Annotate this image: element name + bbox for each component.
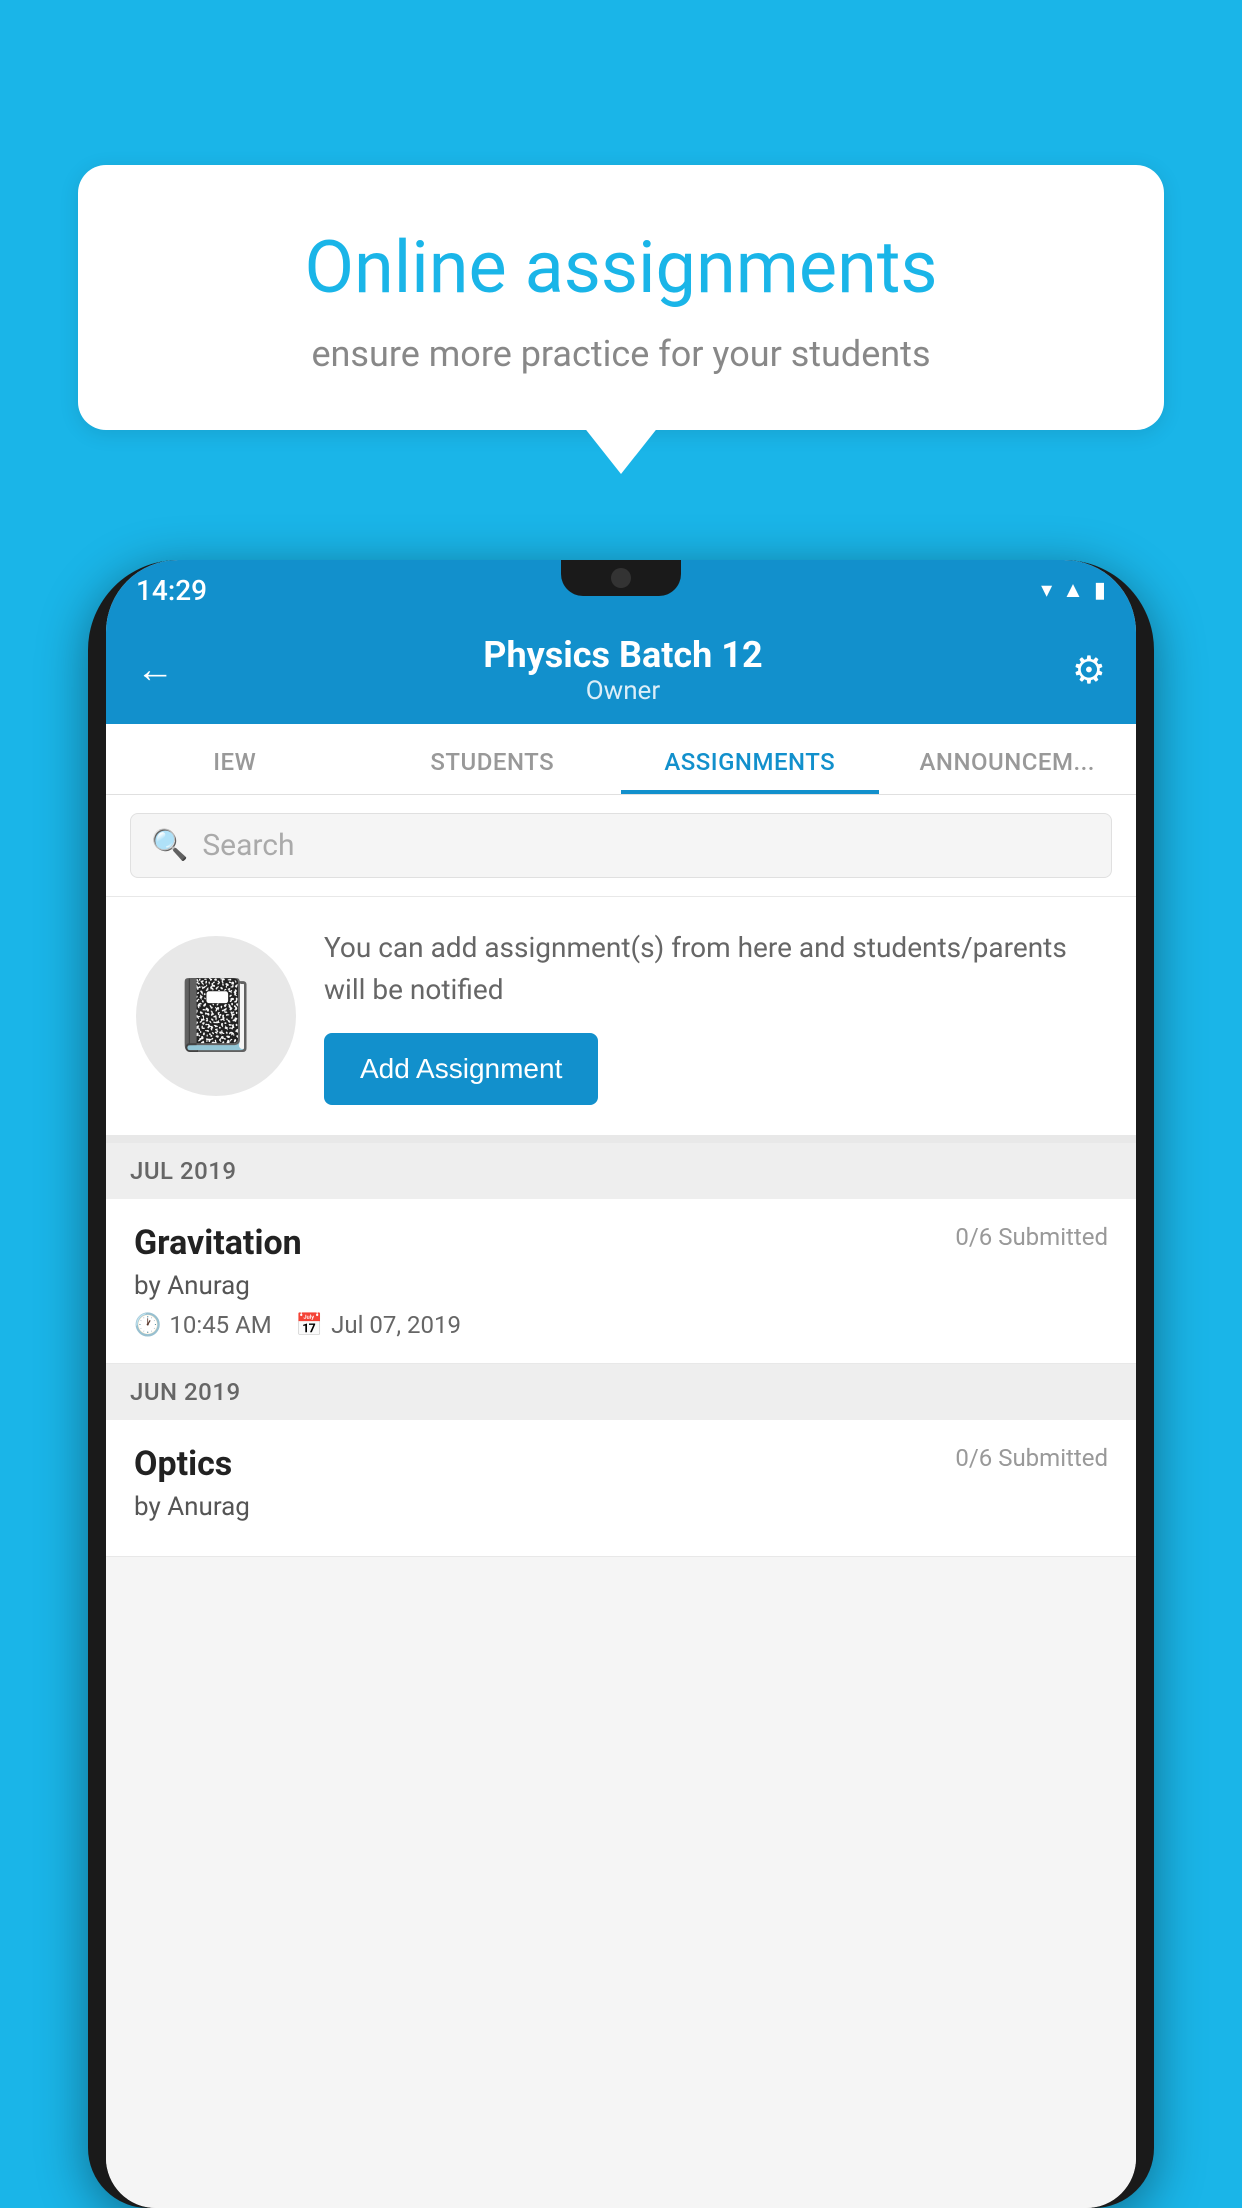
header-subtitle: Owner: [174, 676, 1072, 706]
wifi-icon: ▾: [1041, 578, 1052, 603]
phone-notch: [561, 560, 681, 596]
signal-icon: ▲: [1062, 577, 1084, 603]
assignment-row1-optics: Optics 0/6 Submitted: [134, 1444, 1108, 1484]
section-header-jun: JUN 2019: [106, 1364, 1136, 1420]
add-assignment-button[interactable]: Add Assignment: [324, 1033, 598, 1105]
search-icon: 🔍: [151, 828, 188, 863]
battery-icon: ▮: [1094, 578, 1106, 603]
search-placeholder: Search: [202, 828, 294, 863]
add-assignment-promo: 📓 You can add assignment(s) from here an…: [106, 897, 1136, 1143]
assignment-meta-gravitation: 🕐 10:45 AM 📅 Jul 07, 2019: [134, 1311, 1108, 1339]
tab-announcements[interactable]: ANNOUNCEM...: [879, 724, 1137, 794]
assignment-by-gravitation: by Anurag: [134, 1271, 1108, 1301]
promo-text: You can add assignment(s) from here and …: [324, 927, 1106, 1011]
tab-iew[interactable]: IEW: [106, 724, 364, 794]
search-bar[interactable]: 🔍 Search: [130, 813, 1112, 878]
assignment-submitted-optics: 0/6 Submitted: [955, 1444, 1108, 1472]
speech-bubble-title: Online assignments: [133, 225, 1109, 311]
phone-screen: 14:29 ▾ ▲ ▮ ← Physics Batch 12 Owner ⚙ I…: [106, 560, 1136, 2208]
status-time: 14:29: [136, 574, 207, 607]
speech-bubble-card: Online assignments ensure more practice …: [78, 165, 1164, 430]
meta-time-value: 10:45 AM: [169, 1311, 271, 1339]
tabs-bar: IEW STUDENTS ASSIGNMENTS ANNOUNCEM...: [106, 724, 1136, 795]
search-container: 🔍 Search: [106, 795, 1136, 897]
assignment-item-gravitation[interactable]: Gravitation 0/6 Submitted by Anurag 🕐 10…: [106, 1199, 1136, 1364]
phone-frame: 14:29 ▾ ▲ ▮ ← Physics Batch 12 Owner ⚙ I…: [88, 560, 1154, 2208]
meta-date-value: Jul 07, 2019: [331, 1311, 461, 1339]
meta-date-gravitation: 📅 Jul 07, 2019: [296, 1311, 461, 1339]
promo-content: You can add assignment(s) from here and …: [324, 927, 1106, 1105]
assignment-row1: Gravitation 0/6 Submitted: [134, 1223, 1108, 1263]
back-button[interactable]: ←: [136, 648, 174, 692]
speech-bubble-subtitle: ensure more practice for your students: [133, 333, 1109, 375]
notebook-icon: 📓: [172, 975, 259, 1057]
screen-content: 🔍 Search 📓 You can add assignment(s) fro…: [106, 795, 1136, 2208]
tab-students[interactable]: STUDENTS: [364, 724, 622, 794]
assignment-name-gravitation: Gravitation: [134, 1223, 302, 1263]
section-header-jul: JUL 2019: [106, 1143, 1136, 1199]
assignment-by-optics: by Anurag: [134, 1492, 1108, 1522]
settings-icon[interactable]: ⚙: [1072, 648, 1106, 693]
meta-time-gravitation: 🕐 10:45 AM: [134, 1311, 272, 1339]
clock-icon: 🕐: [134, 1313, 161, 1338]
app-header: ← Physics Batch 12 Owner ⚙: [106, 616, 1136, 724]
header-center: Physics Batch 12 Owner: [174, 634, 1072, 706]
assignment-item-optics[interactable]: Optics 0/6 Submitted by Anurag: [106, 1420, 1136, 1557]
assignment-submitted-gravitation: 0/6 Submitted: [955, 1223, 1108, 1251]
front-camera: [611, 568, 631, 588]
promo-icon-circle: 📓: [136, 936, 296, 1096]
tab-assignments[interactable]: ASSIGNMENTS: [621, 724, 879, 794]
header-title: Physics Batch 12: [174, 634, 1072, 676]
calendar-icon: 📅: [296, 1313, 323, 1338]
assignment-name-optics: Optics: [134, 1444, 232, 1484]
status-icons: ▾ ▲ ▮: [1041, 577, 1106, 603]
